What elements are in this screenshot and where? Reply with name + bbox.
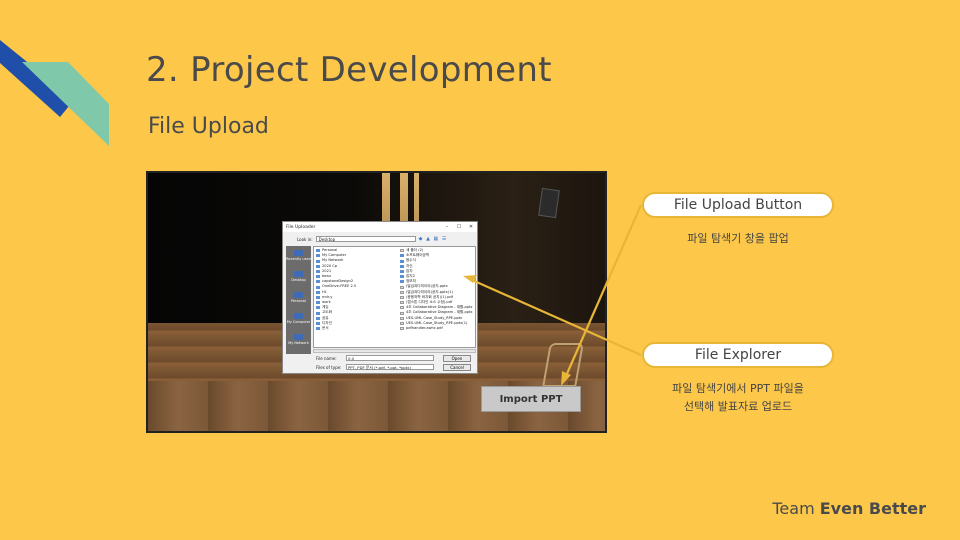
file-icon: [400, 249, 404, 253]
file-type-select[interactable]: PPT, PDF 문서 (*.pdf, *.ppt, *pptx): [346, 364, 434, 370]
folder-icon: [316, 259, 320, 263]
folder-icon: [316, 321, 320, 325]
look-in-label: Look in:: [297, 236, 313, 242]
folder-icon: [400, 269, 404, 273]
description-line: 선택해 발표자료 업로드: [683, 400, 793, 413]
maximize-icon[interactable]: ☐: [453, 224, 465, 230]
place-network[interactable]: My Network: [286, 330, 311, 348]
place-recent[interactable]: Recently used: [286, 246, 311, 264]
folder-icon: [316, 316, 320, 320]
place-label: My Network: [288, 340, 309, 345]
folder-icon: [316, 269, 320, 273]
team-name-bold: Even Better: [819, 499, 926, 518]
folder-icon: [316, 254, 320, 258]
file-name: pdfhandler.awhc.pdf: [406, 326, 443, 331]
file-icon: [400, 301, 404, 305]
folder-icon: [316, 290, 320, 294]
file-name-input[interactable]: 0.0: [346, 355, 434, 361]
folder-icon: [400, 280, 404, 284]
file-name: 문서: [322, 326, 329, 331]
file-dialog: File Uploader – ☐ ✕ Look in: Desktop ◆ ▲…: [282, 221, 478, 374]
file-icon: [400, 321, 404, 325]
callout-description: 파일 탐색기에서 PPT 파일을 선택해 발표자료 업로드: [628, 380, 848, 416]
team-prefix: Team: [772, 499, 820, 518]
file-column: Personal My Computer My Network 2020 Cp 2021…: [316, 248, 396, 331]
place-label: Personal: [291, 298, 306, 303]
file-type-row: Files of type: PPT, PDF 문서 (*.pdf, *.ppt…: [316, 364, 434, 370]
folder-icon: [316, 249, 320, 253]
toolbar-icons[interactable]: ◆ ▲ ▦ ☰: [419, 236, 448, 242]
minimize-icon[interactable]: –: [441, 224, 453, 230]
folder-icon: [316, 295, 320, 299]
description-line: 파일 탐색기에서 PPT 파일을: [672, 382, 804, 395]
folder-icon: [316, 327, 320, 331]
folder-icon: [400, 275, 404, 279]
callout-file-explorer: File Explorer: [642, 342, 834, 368]
file-icon: [400, 295, 404, 299]
dialog-titlebar: File Uploader – ☐ ✕: [283, 222, 477, 232]
dialog-title: File Uploader: [286, 224, 316, 230]
place-computer[interactable]: My Computer: [286, 309, 311, 327]
slide-subtitle: File Upload: [148, 114, 269, 139]
file-icon: [400, 316, 404, 320]
file-name-row: File name: 0.0: [316, 355, 434, 361]
callout-description: 파일 탐색기 창을 팝업: [687, 232, 789, 245]
file-icon: [400, 306, 404, 310]
file-icon: [400, 290, 404, 294]
places-bar: Recently used Desktop Personal My Comput…: [286, 246, 311, 354]
folder-icon: [400, 264, 404, 268]
horizontal-scrollbar[interactable]: [313, 349, 476, 353]
open-button[interactable]: Open: [443, 355, 471, 362]
network-icon: [294, 333, 303, 340]
place-label: Recently used: [286, 256, 311, 261]
list-item[interactable]: 문서: [316, 326, 396, 331]
team-name: Team Even Better: [772, 499, 926, 518]
file-name: OneDrive-FREE 2.5: [322, 284, 357, 289]
file-icon: [400, 327, 404, 331]
computer-icon: [294, 312, 303, 319]
folder-icon: [400, 259, 404, 263]
look-in-row: Look in: Desktop ◆ ▲ ▦ ☰: [297, 236, 447, 242]
app-screenshot: Import PPT File Uploader – ☐ ✕ Look in: …: [146, 171, 607, 433]
desktop-icon: [294, 270, 303, 277]
folder-icon: [316, 264, 320, 268]
place-personal[interactable]: Personal: [286, 288, 311, 306]
folder-icon: [316, 301, 320, 305]
cancel-button[interactable]: Cancel: [443, 364, 471, 371]
speaker-object: [538, 187, 560, 219]
file-type-label: Files of type:: [316, 364, 342, 370]
file-icon: [400, 285, 404, 289]
file-name-label: File name:: [316, 355, 337, 361]
import-ppt-button[interactable]: Import PPT: [481, 386, 581, 412]
list-item[interactable]: pdfhandler.awhc.pdf: [400, 326, 475, 331]
look-in-select[interactable]: Desktop: [315, 236, 416, 242]
place-label: Desktop: [291, 277, 306, 282]
folder-icon: [294, 291, 303, 298]
close-icon[interactable]: ✕: [465, 224, 477, 230]
folder-icon: [316, 280, 320, 284]
file-list: Personal My Computer My Network 2020 Cp 2021…: [313, 246, 476, 348]
corner-decoration: [0, 40, 109, 146]
folder-icon: [316, 285, 320, 289]
recent-icon: [294, 249, 303, 256]
callout-file-upload-button: File Upload Button: [642, 192, 834, 218]
folder-icon: [316, 306, 320, 310]
folder-icon: [316, 311, 320, 315]
place-desktop[interactable]: Desktop: [286, 267, 311, 285]
file-column: 새 폴더 (2) 소프트웨어공학 음수식 자신 잡지 잡지2 정보처 (발급과다미이야)공지.…: [400, 248, 475, 331]
folder-icon: [316, 275, 320, 279]
folder-icon: [400, 254, 404, 258]
slide-title: 2. Project Development: [146, 50, 552, 90]
file-icon: [400, 311, 404, 315]
place-label: My Computer: [286, 319, 311, 324]
